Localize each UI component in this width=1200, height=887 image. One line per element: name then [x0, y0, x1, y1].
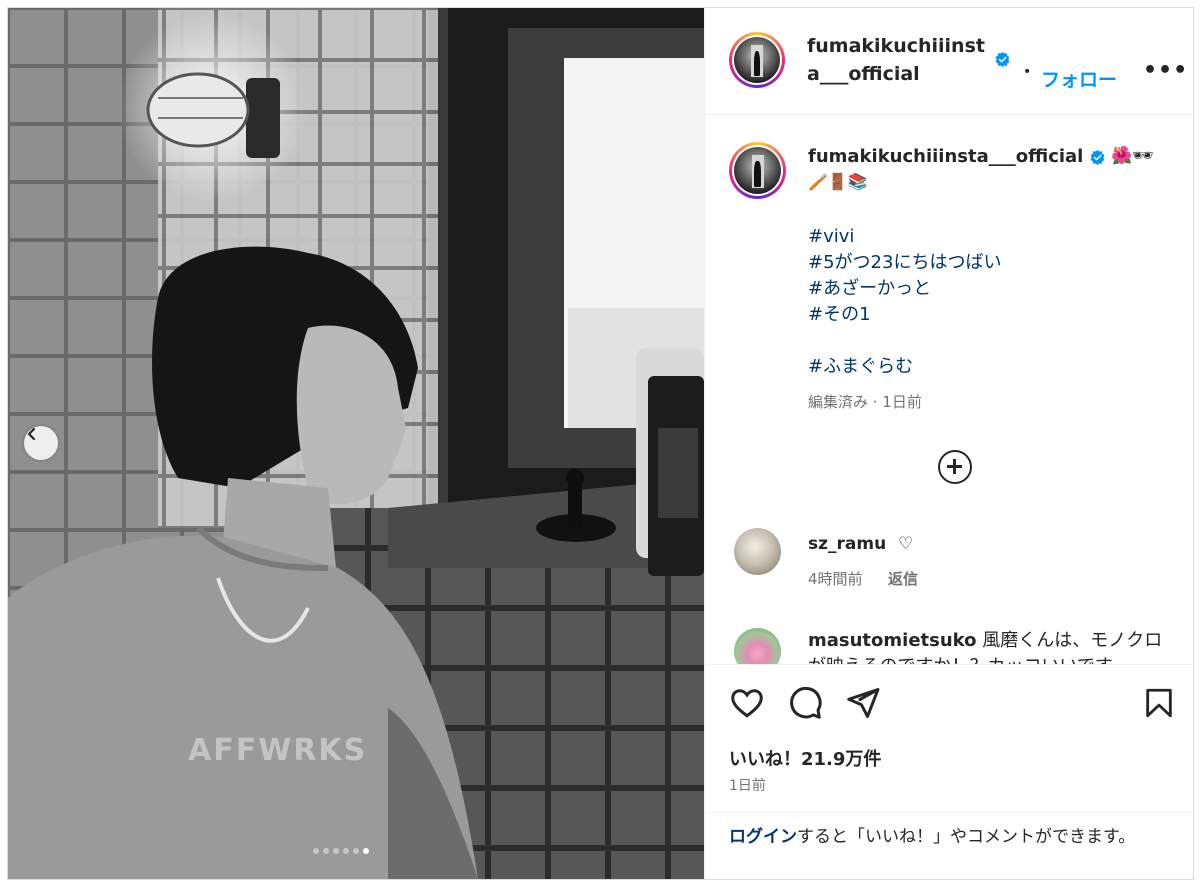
caption-hashtags: #vivi #5がつ23にちはつばい #あざーかっと #その1 #ふまぐらむ — [808, 224, 1001, 380]
more-options-button[interactable]: ••• — [1143, 58, 1188, 83]
login-prompt-text: ログインすると「いいね！」やコメントができます。 — [729, 825, 1169, 850]
follow-button[interactable]: フォロー — [1041, 65, 1117, 92]
carousel-dot — [313, 848, 319, 854]
login-link[interactable]: ログイン — [729, 827, 797, 847]
commenter-avatar[interactable] — [734, 628, 781, 664]
bookmark-icon[interactable] — [1142, 685, 1176, 721]
post-sidebar: fumakikuchiiinsta___official • フォロー ••• … — [704, 8, 1193, 879]
caption-emoji: 🪥🚪📚 — [808, 172, 868, 191]
carousel-dot-active — [363, 848, 369, 854]
post-container: AFFWRKS fumakikuchiiinsta___official • フ… — [7, 7, 1194, 880]
caption-meta: 編集済み · 1日前 — [808, 393, 922, 411]
comment-text: ♡ — [898, 534, 914, 554]
hashtag-link[interactable]: #ふまぐらむ — [808, 354, 1001, 380]
post-actions: いいね！21.9万件 1日前 ログインすると「いいね！」やコメントができます。 — [705, 664, 1193, 879]
verified-badge-icon — [995, 51, 1010, 68]
reply-button[interactable]: 返信 — [888, 568, 918, 589]
comment-username[interactable]: sz_ramu — [808, 534, 886, 554]
username-link[interactable]: fumakikuchiiinsta___official — [807, 32, 997, 88]
hashtag-link[interactable]: #あざーかっと — [808, 276, 1001, 302]
login-prompt: ログインすると「いいね！」やコメントができます。 — [705, 812, 1193, 879]
caption-username[interactable]: fumakikuchiiinsta___official — [808, 146, 1083, 167]
comment-username[interactable]: masutomietsuko — [808, 630, 977, 651]
comment-body: masutomietsuko 風磨くんは、モノクロが映えるのですか！？カッコいい… — [808, 628, 1178, 664]
caption-avatar[interactable] — [729, 142, 786, 199]
comments-section[interactable]: fumakikuchiiinsta___official 🌺🕶 🪥🚪📚 #viv… — [705, 116, 1193, 664]
share-icon[interactable] — [845, 685, 881, 721]
load-more-comments-icon[interactable] — [938, 450, 972, 484]
carousel-dot — [333, 848, 339, 854]
post-photo[interactable]: AFFWRKS — [8, 8, 704, 879]
carousel-dot — [343, 848, 349, 854]
avatar[interactable] — [729, 32, 785, 88]
carousel-indicator — [313, 848, 369, 854]
separator-dot: • — [1023, 64, 1032, 80]
shirt-print: AFFWRKS — [188, 733, 368, 768]
carousel-dot — [353, 848, 359, 854]
chevron-left-icon — [27, 427, 36, 441]
likes-count[interactable]: いいね！21.9万件 — [729, 745, 881, 771]
verified-badge-icon — [1090, 149, 1105, 166]
login-prompt-message: すると「いいね！」やコメントができます。 — [797, 827, 1136, 847]
caption-emoji: 🌺🕶 — [1111, 146, 1154, 166]
comment-time: 4時間前 — [808, 570, 863, 588]
carousel-dot — [323, 848, 329, 854]
post-header: fumakikuchiiinsta___official • フォロー ••• — [705, 8, 1193, 115]
post-time[interactable]: 1日前 — [729, 775, 766, 795]
hashtag-link[interactable]: #その1 — [808, 302, 1001, 328]
commenter-avatar[interactable] — [734, 528, 781, 575]
carousel-prev-button[interactable] — [24, 426, 58, 460]
hashtag-link[interactable]: #5がつ23にちはつばい — [808, 250, 1001, 276]
hashtag-link[interactable]: #vivi — [808, 224, 1001, 250]
comment-icon[interactable] — [787, 685, 823, 721]
heart-icon[interactable] — [729, 685, 765, 721]
